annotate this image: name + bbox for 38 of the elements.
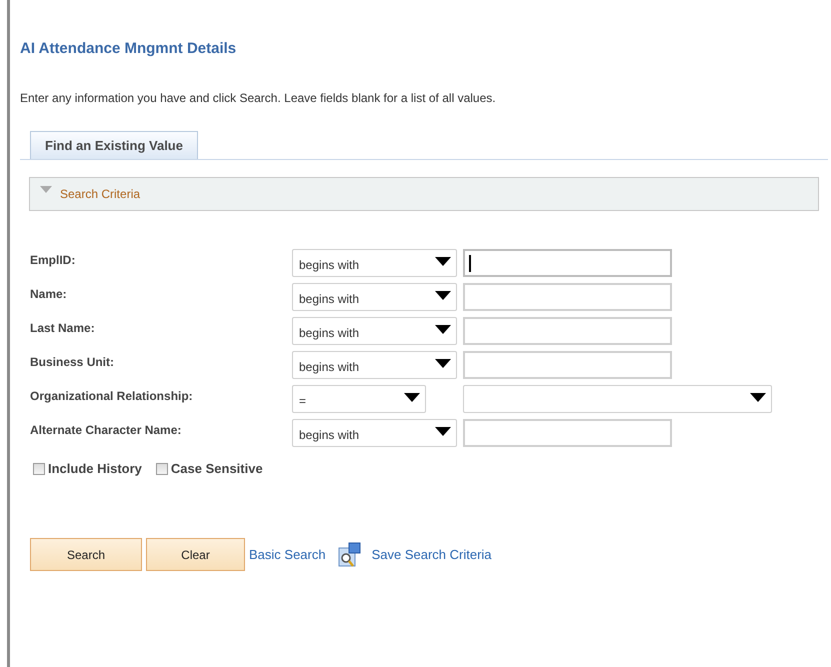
- field-label: Last Name:: [30, 321, 96, 335]
- input-field[interactable]: [463, 419, 672, 447]
- checkbox[interactable]: Include History: [33, 461, 142, 476]
- collapse-triangle-icon[interactable]: [40, 186, 52, 194]
- field-label: Organizational Relationship:: [30, 389, 194, 403]
- section-header[interactable]: Search Criteria: [29, 177, 819, 211]
- link[interactable]: Save Search Criteria: [372, 547, 492, 562]
- input-field[interactable]: [463, 317, 672, 345]
- tab[interactable]: Find an Existing Value: [30, 131, 198, 159]
- operator-dropdown[interactable]: begins with: [292, 317, 457, 345]
- operator-dropdown[interactable]: begins with: [292, 283, 457, 311]
- field-label: Alternate Character Name:: [30, 423, 182, 437]
- dropdown-caret-icon: [435, 291, 451, 300]
- checkbox[interactable]: Case Sensitive: [156, 461, 263, 476]
- dropdown-caret-icon: [435, 325, 451, 334]
- dropdown-caret-icon: [435, 257, 451, 266]
- instruction-text: Enter any information you have and click Search. Leave fields blank for a list of all values.: [20, 91, 497, 105]
- field-label: Name:: [30, 287, 68, 301]
- field-label: Business Unit:: [30, 355, 116, 369]
- link[interactable]: Basic Search: [249, 547, 326, 562]
- dropdown-caret-icon: [435, 359, 451, 368]
- value-dropdown[interactable]: [463, 385, 772, 413]
- field-label: EmplID:: [30, 253, 76, 267]
- dropdown-caret-icon: [435, 427, 451, 436]
- operator-dropdown[interactable]: begins with: [292, 419, 457, 447]
- save-search-icon[interactable]: [338, 542, 362, 568]
- dropdown-caret-icon: [404, 393, 420, 402]
- input-field[interactable]: [463, 283, 672, 311]
- dropdown-caret-icon: [750, 393, 766, 402]
- clear-button[interactable]: Clear: [146, 538, 245, 571]
- operator-dropdown[interactable]: begins with: [292, 351, 457, 379]
- search-button[interactable]: Search: [30, 538, 142, 571]
- input-field[interactable]: [463, 351, 672, 379]
- page-title: AI Attendance Mngmnt Details: [20, 40, 238, 57]
- input-field[interactable]: [463, 249, 672, 277]
- operator-dropdown[interactable]: =: [292, 385, 426, 413]
- operator-dropdown[interactable]: begins with: [292, 249, 457, 277]
- section-title: Search Criteria: [60, 187, 140, 201]
